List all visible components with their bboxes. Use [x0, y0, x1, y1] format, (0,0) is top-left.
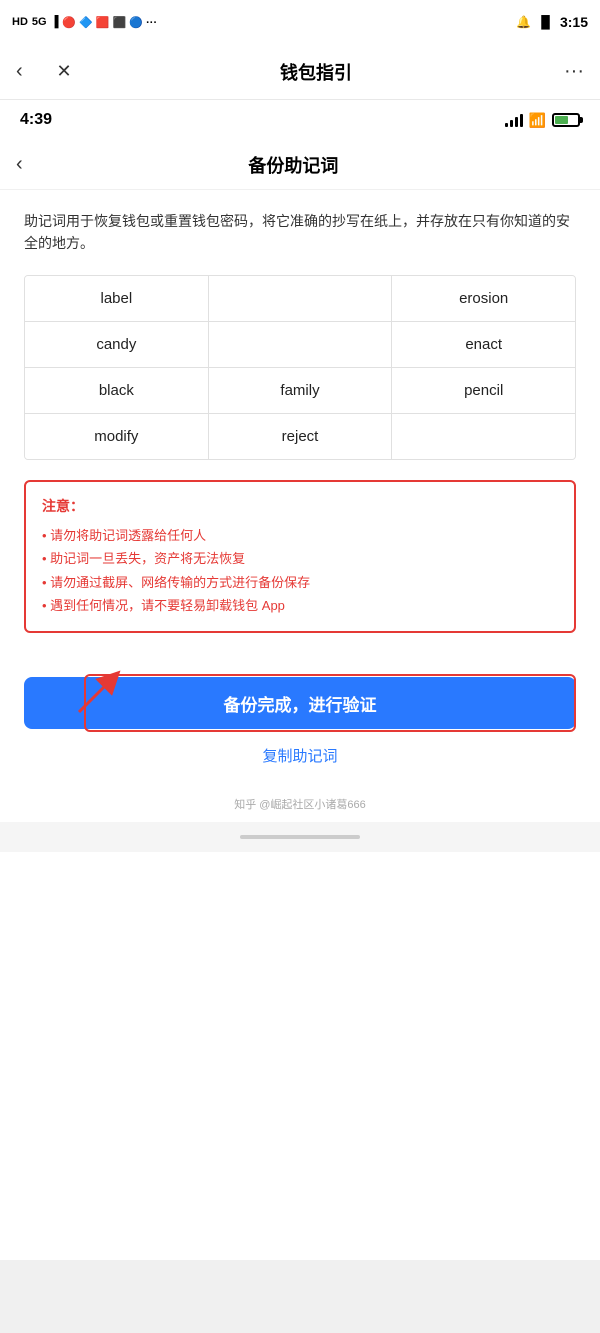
warning-item-4: • 遇到任何情况，请不要轻易卸载钱包 App [42, 594, 558, 617]
outer-status-bar: HD 5G ▐ 🔴 🔷 🟥 ⬛ 🔵 ··· 🔔 ▐▌ 3:15 [0, 0, 600, 44]
signal-bar-2 [510, 120, 513, 127]
signal-bars-inner [505, 113, 523, 127]
home-bar [240, 835, 360, 839]
bell-icon: 🔔 [516, 15, 531, 29]
signal-bar-1 [505, 123, 508, 127]
nav-close-icon[interactable]: ✕ [48, 61, 80, 82]
backup-verify-button[interactable]: 备份完成，进行验证 [24, 677, 576, 729]
battery-icon [552, 113, 580, 127]
copy-mnemonic-link[interactable]: 复制助记词 [24, 745, 576, 766]
inner-time: 4:39 [20, 111, 52, 129]
app-icons: 🔴 🔷 🟥 ⬛ 🔵 ··· [62, 16, 157, 29]
warning-item-2: • 助记词一旦丢失，资产将无法恢复 [42, 547, 558, 570]
battery-outer: ▐▌ [537, 15, 554, 29]
signal-bar-4 [520, 114, 523, 127]
description-text: 助记词用于恢复钱包或重置钱包密码，将它准确的抄写在纸上，并存放在只有你知道的安全… [24, 210, 576, 255]
signal-icon: 5G [32, 16, 47, 28]
mnemonic-cell-3-1: black [25, 368, 209, 413]
nav-back-icon[interactable]: ‹ [16, 60, 48, 83]
warning-title: 注意： [42, 496, 558, 516]
action-area: 备份完成，进行验证 复制助记词 [0, 677, 600, 786]
button-wrapper: 备份完成，进行验证 [24, 677, 576, 729]
inner-page-header: ‹ 备份助记词 [0, 140, 600, 190]
mnemonic-cell-4-3 [392, 414, 575, 459]
mnemonic-cell-3-3: pencil [392, 368, 575, 413]
signal-bars-outer: ▐ [51, 16, 59, 28]
mnemonic-row-2: candy enact [25, 322, 575, 368]
mnemonic-cell-4-2: reject [209, 414, 393, 459]
warning-item-3: • 请勿通过截屏、网络传输的方式进行备份保存 [42, 571, 558, 594]
outer-time: 3:15 [560, 14, 588, 30]
mnemonic-cell-1-2 [209, 276, 393, 321]
outer-status-left: HD 5G ▐ 🔴 🔷 🟥 ⬛ 🔵 ··· [12, 16, 157, 29]
warning-box: 注意： • 请勿将助记词透露给任何人 • 助记词一旦丢失，资产将无法恢复 • 请… [24, 480, 576, 634]
mnemonic-cell-2-2 [209, 322, 393, 367]
outer-status-right: 🔔 ▐▌ 3:15 [516, 14, 588, 30]
signal-bar-3 [515, 117, 518, 127]
nav-title: 钱包指引 [80, 59, 552, 85]
mnemonic-grid: label erosion candy enact black family p… [24, 275, 576, 460]
mnemonic-cell-2-1: candy [25, 322, 209, 367]
mnemonic-cell-1-1: label [25, 276, 209, 321]
watermark: 知乎 @崛起社区小诸葛666 [0, 786, 600, 822]
home-indicator [0, 822, 600, 852]
inner-content: 助记词用于恢复钱包或重置钱包密码，将它准确的抄写在纸上，并存放在只有你知道的安全… [0, 190, 600, 677]
mnemonic-row-4: modify reject [25, 414, 575, 459]
wifi-icon: 📶 [529, 112, 546, 129]
inner-back-icon[interactable]: ‹ [16, 153, 23, 176]
inner-page-title: 备份助记词 [23, 152, 564, 178]
inner-status-bar: 4:39 📶 [0, 100, 600, 140]
mnemonic-row-3: black family pencil [25, 368, 575, 414]
hd-badge: HD [12, 16, 28, 28]
warning-item-1: • 请勿将助记词透露给任何人 [42, 524, 558, 547]
battery-fill [555, 116, 568, 124]
top-nav: ‹ ✕ 钱包指引 ··· [0, 44, 600, 100]
mnemonic-cell-1-3: erosion [392, 276, 575, 321]
inner-screen: 4:39 📶 ‹ 备份助记词 助记词用于恢复钱包或重置钱包密码，将它准确的抄写在… [0, 100, 600, 1260]
nav-more-icon[interactable]: ··· [552, 60, 584, 83]
mnemonic-row-1: label erosion [25, 276, 575, 322]
mnemonic-cell-3-2: family [209, 368, 393, 413]
mnemonic-cell-2-3: enact [392, 322, 575, 367]
inner-status-icons: 📶 [505, 112, 580, 129]
mnemonic-cell-4-1: modify [25, 414, 209, 459]
